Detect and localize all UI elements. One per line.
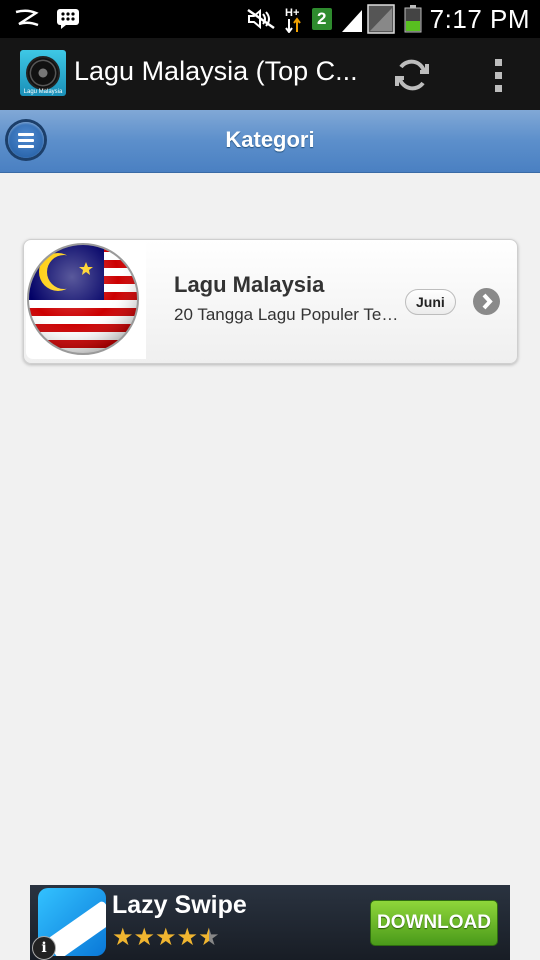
category-badge: Juni (405, 289, 456, 315)
chevron-right-icon (482, 293, 493, 310)
overflow-dot (495, 59, 502, 66)
svg-text:H+: H+ (285, 7, 299, 19)
star-icon: ★ (155, 924, 177, 951)
notification-z-icon (15, 9, 39, 27)
category-title: Lagu Malaysia (174, 272, 325, 297)
half-star-icon: ★ (198, 924, 220, 951)
hplus-data-icon: H+ (285, 7, 301, 33)
menu-line (18, 133, 34, 136)
category-item[interactable]: Lagu Malaysia 20 Tangga Lagu Populer Ter… (23, 239, 518, 364)
category-thumbnail (26, 242, 146, 359)
action-bar: Lagu Malaysia Lagu Malaysia (Top C... (0, 38, 540, 111)
ad-banner[interactable]: Lazy Swipe ★★★★★ DOWNLOAD i (30, 885, 510, 960)
speaker-icon (26, 56, 60, 90)
menu-button[interactable] (8, 122, 44, 158)
star-rating: ★★★★★ (112, 923, 220, 952)
sim-badge: 2 (311, 8, 332, 30)
category-subtitle: 20 Tangga Lagu Populer Terkini (174, 305, 400, 324)
open-category-button[interactable] (473, 288, 500, 315)
overflow-menu-button[interactable] (480, 55, 516, 95)
overflow-dot (495, 85, 502, 92)
status-bar: H+ 2 7:17 PM (0, 0, 540, 38)
refresh-icon (395, 59, 429, 91)
ad-title: Lazy Swipe (112, 891, 247, 919)
ad-info-icon[interactable]: i (32, 936, 56, 960)
app-title: Lagu Malaysia (Top C... (74, 56, 358, 86)
app-icon-label: Lagu Malaysia (23, 89, 63, 95)
menu-line (18, 145, 34, 148)
battery-icon (404, 5, 422, 33)
app-icon[interactable]: Lagu Malaysia (20, 50, 66, 96)
signal-icon (341, 4, 395, 34)
clock: 7:17 PM (429, 3, 530, 34)
menu-line (18, 139, 34, 142)
star-icon: ★ (133, 924, 156, 951)
star-icon: ★ (112, 924, 134, 951)
bbm-icon (57, 9, 79, 29)
mute-icon (246, 8, 275, 30)
page-header: Kategori (0, 110, 540, 173)
star-icon: ★ (176, 924, 199, 951)
download-button[interactable]: DOWNLOAD (370, 900, 498, 946)
malaysia-flag-icon (27, 243, 139, 355)
overflow-dot (495, 72, 502, 79)
page-title: Kategori (225, 127, 315, 152)
refresh-button[interactable] (392, 55, 432, 95)
